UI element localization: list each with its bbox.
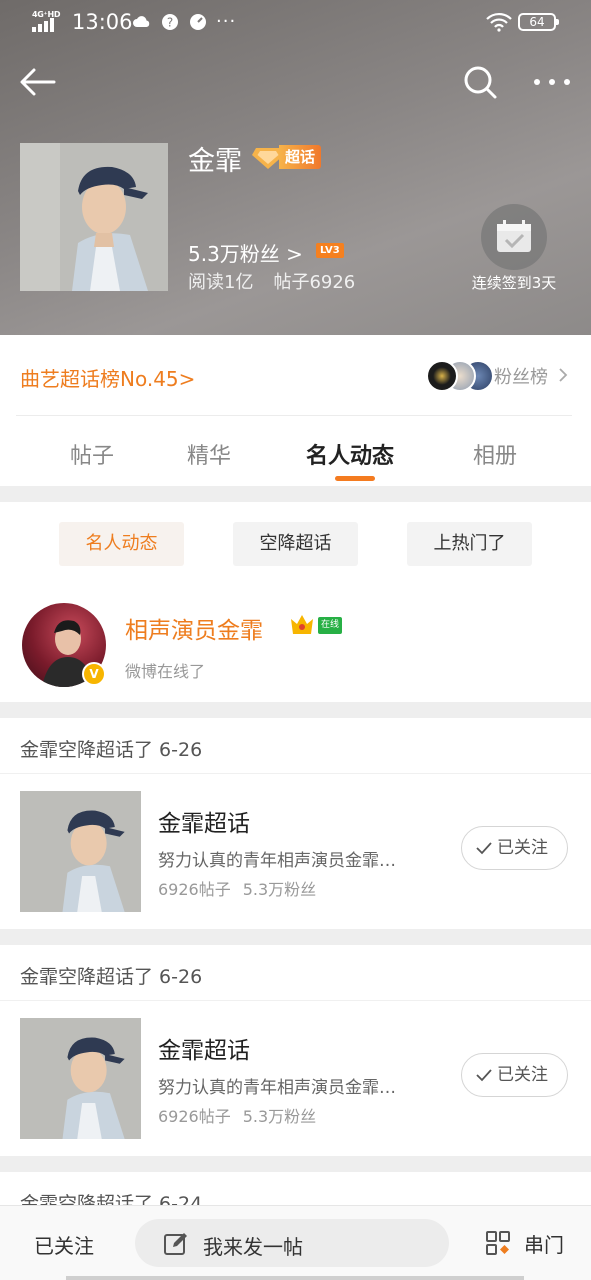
more-options-icon[interactable]	[532, 72, 572, 92]
followed-status-button[interactable]: 已关注	[34, 1230, 94, 1259]
tab-bar: 帖子 精华 名人动态 相册	[0, 418, 591, 486]
checkmark-icon	[476, 1069, 492, 1082]
section-gap	[0, 486, 591, 502]
feed-header-text: 金霏空降超话了 6-26	[20, 966, 203, 988]
topic-name: 金霏	[188, 146, 242, 177]
online-badge: 在线	[318, 617, 342, 634]
topic-title[interactable]: 金霏超话	[158, 804, 250, 838]
celebrity-card[interactable]: V 相声演员金霏 在线 微博在线了	[0, 586, 591, 702]
portrait-image	[20, 1018, 141, 1139]
bottom-bar: 已关注 我来发一帖 串门	[0, 1205, 591, 1280]
celebrity-status: 微博在线了	[125, 662, 206, 681]
tab-album[interactable]: 相册	[473, 438, 517, 470]
help-icon: ?	[162, 14, 178, 30]
compose-post-button[interactable]: 我来发一帖	[135, 1219, 449, 1267]
portrait-image	[20, 143, 168, 291]
checkin-label: 连续签到3天	[471, 274, 557, 292]
level-badge: LV3	[316, 243, 344, 258]
chevron-right-icon	[559, 368, 568, 382]
topic-thumbnail[interactable]	[20, 1018, 141, 1139]
checkmark-icon	[476, 842, 492, 855]
followed-button[interactable]: 已关注	[461, 826, 568, 870]
battery-indicator: 64	[518, 13, 559, 31]
weather-icon	[133, 16, 150, 27]
post-count: 帖子6926	[273, 272, 356, 293]
home-indicator	[66, 1276, 524, 1280]
signal-icon: 4G⁺HD	[32, 10, 62, 32]
tab-essence[interactable]: 精华	[187, 438, 231, 470]
divider	[16, 415, 572, 416]
tab-celebrity-updates[interactable]: 名人动态	[306, 438, 394, 470]
super-topic-badge: 超话	[279, 145, 322, 169]
status-bar: 4G⁺HD 13:06 ? ··· 64	[0, 0, 591, 46]
topic-description: 努力认真的青年相声演员金霏…	[158, 851, 396, 871]
edit-icon	[164, 1233, 187, 1255]
apps-grid-icon[interactable]	[485, 1230, 511, 1256]
section-gap	[0, 702, 591, 718]
verified-badge: V	[82, 662, 106, 686]
topic-avatar[interactable]	[20, 143, 168, 291]
topic-card[interactable]: 金霏超话 努力认真的青年相声演员金霏… 6926帖子 5.3万粉丝 已关注	[0, 1001, 591, 1156]
fan-avatar	[426, 360, 458, 392]
feed-header-text: 金霏空降超话了 6-26	[20, 739, 203, 761]
rank-row: 曲艺超话榜No.45> 粉丝榜	[0, 335, 591, 417]
crown-icon	[291, 615, 313, 634]
followed-button[interactable]: 已关注	[461, 1053, 568, 1097]
celebrity-name[interactable]: 相声演员金霏	[125, 611, 263, 645]
visit-button[interactable]: 串门	[524, 1229, 564, 1258]
topic-title[interactable]: 金霏超话	[158, 1031, 250, 1065]
rank-link[interactable]: 曲艺超话榜No.45>	[20, 363, 195, 392]
topic-header: 4G⁺HD 13:06 ? ··· 64 金霏 超话 5.3万粉丝 > LV3 …	[0, 0, 591, 335]
wifi-icon	[486, 12, 512, 32]
followed-label: 已关注	[497, 838, 548, 858]
topic-card[interactable]: 金霏超话 努力认真的青年相声演员金霏… 6926帖子 5.3万粉丝 已关注	[0, 774, 591, 929]
feed-item-header: 金霏空降超话了 6-26	[0, 945, 591, 1001]
topic-description: 努力认真的青年相声演员金霏…	[158, 1078, 396, 1098]
clock: 13:06	[72, 10, 133, 34]
back-arrow-icon[interactable]	[18, 62, 58, 102]
topic-post-count: 6926帖子	[158, 880, 231, 899]
chip-celebrity-updates[interactable]: 名人动态	[59, 522, 184, 566]
followed-label: 已关注	[497, 1065, 548, 1085]
status-more: ···	[216, 11, 237, 32]
section-gap	[0, 1156, 591, 1172]
chip-trending[interactable]: 上热门了	[407, 522, 532, 566]
section-gap	[0, 929, 591, 945]
feed-item-header: 金霏空降超话了 6-26	[0, 718, 591, 774]
calendar-check-icon	[497, 220, 531, 252]
speed-icon	[190, 14, 206, 30]
portrait-image	[20, 791, 141, 912]
svg-text:?: ?	[167, 16, 173, 30]
tab-posts[interactable]: 帖子	[70, 438, 114, 470]
topic-fans-count: 5.3万粉丝	[242, 880, 317, 899]
chip-airdrop[interactable]: 空降超话	[233, 522, 358, 566]
checkin-button[interactable]	[481, 204, 547, 270]
topic-fans-count: 5.3万粉丝	[242, 1107, 317, 1126]
fan-ranking-link[interactable]: 粉丝榜	[494, 363, 548, 389]
filter-chips: 名人动态 空降超话 上热门了	[0, 502, 591, 586]
fans-count[interactable]: 5.3万粉丝 >	[188, 238, 303, 267]
topic-thumbnail[interactable]	[20, 791, 141, 912]
read-count: 阅读1亿	[188, 272, 254, 293]
search-icon[interactable]	[462, 64, 498, 100]
tab-indicator	[335, 476, 375, 481]
topic-post-count: 6926帖子	[158, 1107, 231, 1126]
compose-post-label: 我来发一帖	[203, 1235, 303, 1259]
